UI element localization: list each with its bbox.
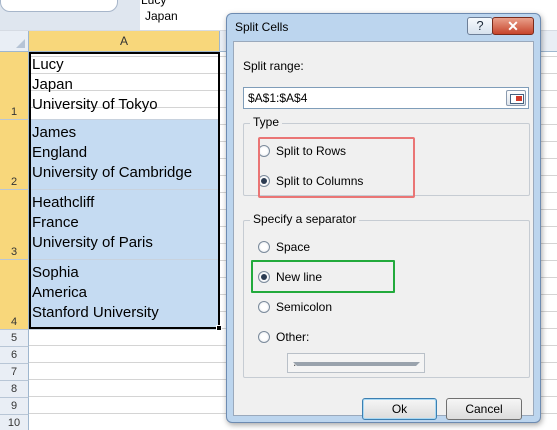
row-header-6[interactable]: 6 xyxy=(0,347,29,364)
row-header-3[interactable]: 3 xyxy=(0,190,29,260)
split-range-label: Split range: xyxy=(243,59,304,73)
cell-line: Heathcliff xyxy=(32,194,95,211)
row-header-7[interactable]: 7 xyxy=(0,364,29,381)
cell-line: America xyxy=(32,284,88,301)
dialog-body: Split range: $A$1:$A$4 Type Split to Row… xyxy=(233,41,534,420)
other-radio[interactable] xyxy=(258,331,270,343)
new-line-highlight-box xyxy=(251,260,395,293)
dialog-title: Split Cells xyxy=(235,20,289,34)
formula-content[interactable]: Lucy Japan xyxy=(141,0,178,24)
cell-line: University of Cambridge xyxy=(32,164,193,181)
space-option[interactable]: Space xyxy=(258,240,310,254)
semicolon-option[interactable]: Semicolon xyxy=(258,300,332,314)
space-radio[interactable] xyxy=(258,241,270,253)
chevron-down-icon[interactable] xyxy=(293,362,420,366)
type-group-title: Type xyxy=(250,115,283,129)
cell-line: Japan xyxy=(32,76,73,93)
other-option[interactable]: Other: xyxy=(258,330,309,344)
range-select-icon[interactable] xyxy=(506,90,526,106)
formula-line-1: Lucy xyxy=(141,0,167,7)
name-box-area: fx xyxy=(0,0,140,30)
formula-line-2: Japan xyxy=(145,9,178,23)
row-header-2[interactable]: 2 xyxy=(0,120,29,190)
help-button[interactable]: ? xyxy=(467,17,493,35)
row-header-10[interactable]: 10 xyxy=(0,415,29,430)
close-button[interactable]: ✕ xyxy=(492,17,534,35)
row-header-9[interactable]: 9 xyxy=(0,398,29,415)
ok-button[interactable]: Ok xyxy=(362,398,437,420)
cancel-button[interactable]: Cancel xyxy=(446,398,522,420)
row-header-5[interactable]: 5 xyxy=(0,330,29,347)
cell-line: Sophia xyxy=(32,264,79,281)
select-all-corner[interactable] xyxy=(0,31,29,51)
cell-a4[interactable]: Sophia America Stanford University xyxy=(29,260,220,330)
semicolon-radio[interactable] xyxy=(258,301,270,313)
fx-icon[interactable]: fx xyxy=(122,0,132,3)
cell-line: Stanford University xyxy=(32,304,159,321)
cell-line: Lucy xyxy=(32,56,64,73)
cell-line: University of Paris xyxy=(32,234,153,251)
cell-line: University of Tokyo xyxy=(32,96,158,113)
cell-a2[interactable]: James England University of Cambridge xyxy=(29,120,220,190)
cell-line: England xyxy=(32,144,88,161)
row-header-4[interactable]: 4 xyxy=(0,260,29,330)
cell-a3[interactable]: Heathcliff France University of Paris xyxy=(29,190,220,260)
row-headers: 1 2 3 4 5 6 7 8 9 10 xyxy=(0,52,29,430)
split-range-input[interactable]: $A$1:$A$4 xyxy=(243,87,529,109)
split-range-value: $A$1:$A$4 xyxy=(248,91,308,105)
fill-handle[interactable] xyxy=(216,325,222,331)
row-header-8[interactable]: 8 xyxy=(0,381,29,398)
other-label: Other: xyxy=(276,330,310,344)
cell-line: James xyxy=(32,124,77,141)
type-highlight-box xyxy=(258,137,415,198)
semicolon-label: Semicolon xyxy=(276,300,333,314)
row-header-1[interactable]: 1 xyxy=(0,52,29,120)
cell-line: France xyxy=(32,214,79,231)
cell-a1[interactable]: Lucy Japan University of Tokyo xyxy=(29,52,220,120)
name-box[interactable] xyxy=(0,0,118,12)
separator-group-title: Specify a separator xyxy=(250,212,360,226)
column-header-a[interactable]: A xyxy=(29,31,220,51)
other-separator-select[interactable]: . xyxy=(287,353,425,373)
space-label: Space xyxy=(276,240,311,254)
split-cells-dialog: Split Cells ? ✕ Split range: $A$1:$A$4 T… xyxy=(226,13,541,423)
